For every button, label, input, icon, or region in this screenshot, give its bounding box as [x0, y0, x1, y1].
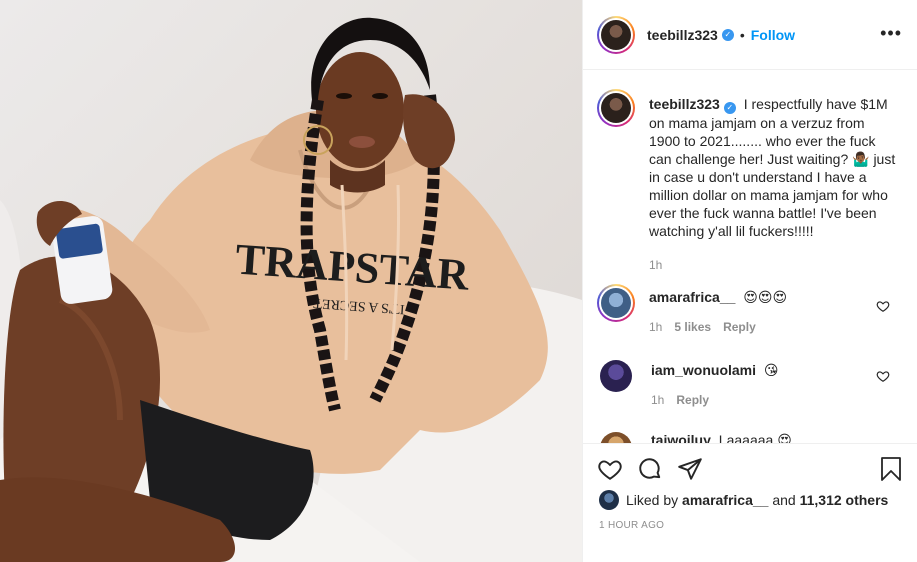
comment-likes[interactable]: 5 likes — [674, 320, 711, 334]
heart-icon[interactable] — [597, 456, 623, 482]
comment-like-heart-icon[interactable] — [876, 299, 890, 313]
comment-username[interactable]: iam_wonuolami — [651, 362, 756, 378]
comment-username[interactable]: amarafrica__ — [649, 289, 735, 305]
caption-username[interactable]: teebillz323 — [649, 96, 720, 112]
comment-username[interactable]: taiwoiluy — [651, 432, 711, 443]
separator-dot: • — [739, 26, 745, 43]
verified-badge-icon: ✓ — [723, 102, 736, 114]
post-caption: teebillz323 ✓ I respectfully have $1M on … — [649, 95, 899, 274]
liked-by-user[interactable]: amarafrica__ — [682, 492, 768, 508]
comment-like-heart-icon[interactable] — [876, 369, 890, 383]
caption-meta: 1h — [649, 256, 899, 274]
comment-text: 😍😍😍 — [743, 289, 788, 305]
comment-avatar[interactable] — [597, 284, 635, 322]
comments-list[interactable]: teebillz323 ✓ I respectfully have $1M on … — [583, 71, 917, 443]
reply-button[interactable]: Reply — [723, 320, 756, 334]
reply-button[interactable]: Reply — [676, 393, 709, 407]
liked-by-prefix: Liked by — [626, 492, 679, 508]
comment-time[interactable]: 1h — [649, 320, 662, 334]
liked-by-summary: Liked by amarafrica__ and 11,312 others — [599, 490, 888, 510]
liked-by-count[interactable]: 11,312 others — [800, 492, 889, 508]
post-actions: Liked by amarafrica__ and 11,312 others … — [583, 443, 917, 562]
verified-badge-icon: ✓ — [721, 28, 734, 41]
post-timestamp[interactable]: 1 HOUR AGO — [599, 520, 664, 531]
more-options-icon[interactable]: ••• — [880, 24, 902, 42]
post-header: teebillz323 ✓ • Follow ••• — [583, 0, 917, 70]
liked-by-avatar[interactable] — [599, 490, 619, 510]
liked-by-and: and — [772, 492, 796, 508]
comment-icon[interactable] — [637, 456, 663, 482]
comment-time[interactable]: 1h — [651, 393, 664, 407]
comment-text: 😘 — [763, 362, 779, 378]
comment-item: taiwoiluy Laaaaaa 😍 — [597, 429, 792, 443]
author-username[interactable]: teebillz323 — [647, 27, 718, 43]
caption-time[interactable]: 1h — [649, 256, 662, 274]
comment-avatar[interactable] — [600, 432, 632, 443]
comment-avatar[interactable] — [600, 360, 632, 392]
follow-button[interactable]: Follow — [751, 27, 795, 43]
post-photo[interactable]: TRAPSTAR IT'S A SECRET — [0, 0, 582, 562]
caption-text: I respectfully have $1M on mama jamjam o… — [649, 96, 896, 239]
comment-item: amarafrica__ 😍😍😍 1h 5 likes Reply — [597, 284, 787, 334]
paper-plane-icon[interactable] — [677, 456, 703, 482]
caption-avatar[interactable] — [597, 89, 635, 127]
bookmark-icon[interactable] — [879, 456, 903, 482]
comment-item: iam_wonuolami 😘 1h Reply — [597, 357, 779, 407]
post-details-panel: teebillz323 ✓ • Follow ••• teebillz323 ✓ … — [582, 0, 917, 562]
author-info: teebillz323 ✓ • Follow — [647, 27, 795, 43]
author-avatar[interactable] — [597, 15, 635, 54]
post-photo-illustration: TRAPSTAR IT'S A SECRET — [0, 17, 582, 562]
comment-text: Laaaaaa 😍 — [718, 432, 792, 443]
